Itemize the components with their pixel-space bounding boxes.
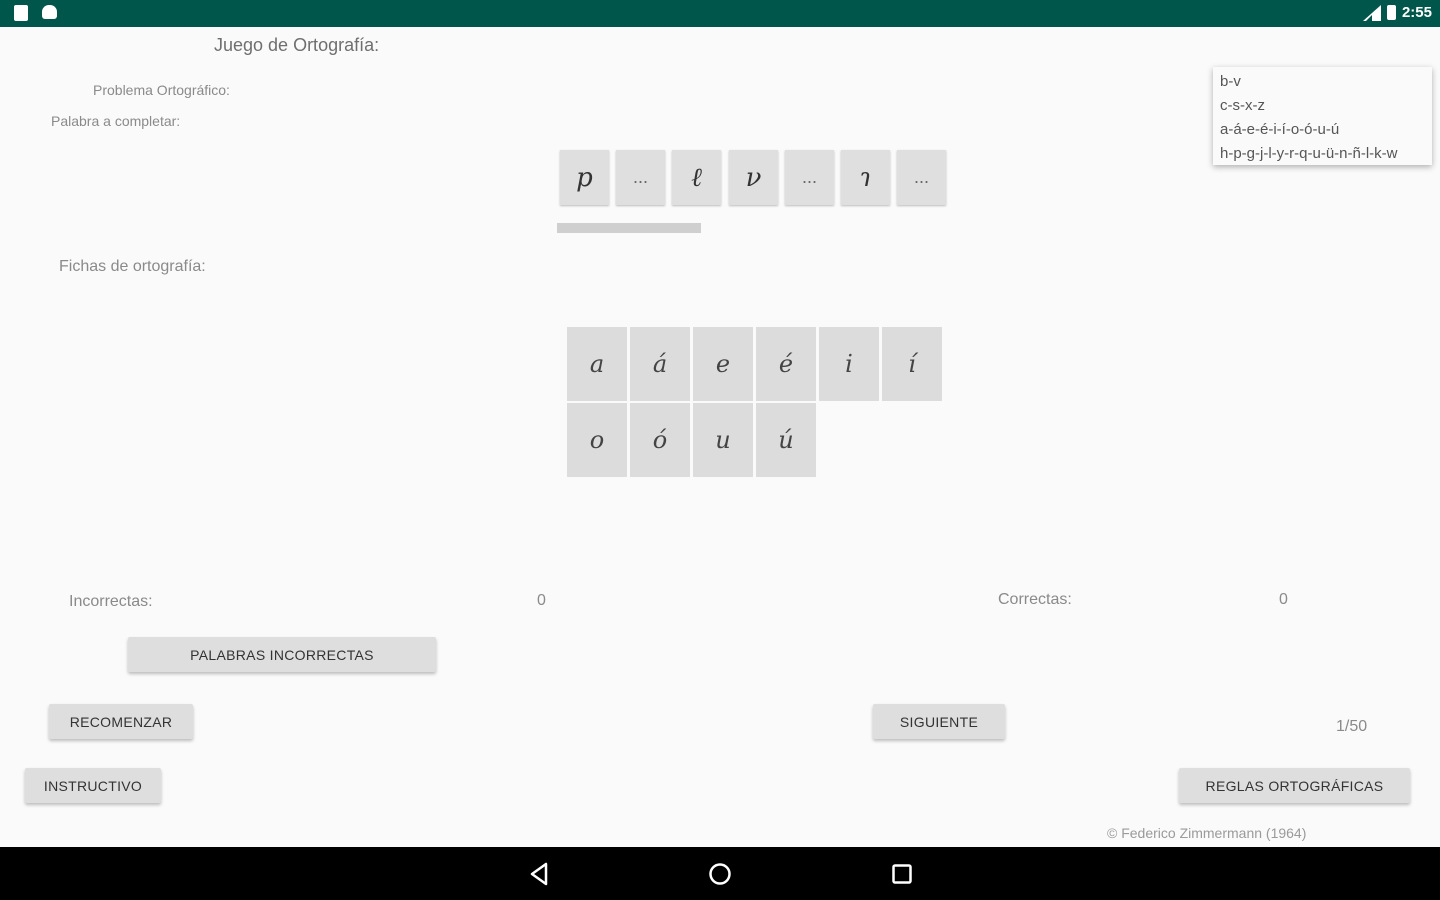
app-content: Juego de Ortografía: Problema Ortográfic…: [0, 27, 1440, 847]
word-slot-blank[interactable]: ...: [785, 150, 834, 205]
page-title: Juego de Ortografía:: [214, 35, 380, 55]
problem-dropdown-menu: b-v c-s-x-z a-á-e-é-i-í-o-ó-u-ú h-p-g-j-…: [1213, 67, 1432, 165]
notification-icons: [14, 5, 57, 21]
menu-item-b-v[interactable]: b-v: [1220, 73, 1241, 90]
progress-bar: [557, 223, 701, 233]
page-counter: 1/50: [1336, 718, 1368, 735]
menu-item-other-letters[interactable]: h-p-g-j-l-y-r-q-u-ü-n-ñ-l-k-w: [1220, 145, 1398, 162]
letter-tile[interactable]: é: [756, 327, 816, 401]
letter-tile[interactable]: a: [567, 327, 627, 401]
incorrect-label: Incorrectas:: [69, 593, 153, 610]
sd-card-icon: [14, 5, 28, 21]
letter-tile[interactable]: ó: [630, 403, 690, 477]
android-icon: [42, 5, 57, 19]
menu-item-c-s-x-z[interactable]: c-s-x-z: [1220, 97, 1265, 114]
letter-tile[interactable]: ú: [756, 403, 816, 477]
letter-tile[interactable]: e: [693, 327, 753, 401]
copyright: © Federico Zimmermann (1964): [1107, 825, 1307, 841]
word-slot-blank[interactable]: ...: [897, 150, 946, 205]
correct-count: 0: [1279, 591, 1288, 608]
tiles-label: Fichas de ortografía:: [59, 258, 206, 275]
status-bar: 2:55: [0, 0, 1440, 27]
home-icon[interactable]: [707, 861, 733, 887]
battery-icon: [1386, 5, 1396, 20]
recents-icon[interactable]: [889, 861, 915, 887]
wrong-words-button[interactable]: PALABRAS INCORRECTAS: [128, 637, 436, 672]
signal-icon: [1362, 4, 1381, 21]
letter-tile[interactable]: i: [819, 327, 879, 401]
problem-label: Problema Ortográfico:: [93, 82, 230, 98]
word-label: Palabra a completar:: [51, 113, 181, 129]
spelling-rules-button[interactable]: REGLAS ORTOGRÁFICAS: [1179, 768, 1410, 803]
letter-tile[interactable]: á: [630, 327, 690, 401]
next-button[interactable]: SIGUIENTE: [873, 704, 1005, 739]
letter-tile[interactable]: í: [882, 327, 942, 401]
word-slot: p: [560, 150, 609, 205]
menu-item-accents[interactable]: a-á-e-é-i-í-o-ó-u-ú: [1220, 121, 1339, 138]
letter-tile[interactable]: u: [693, 403, 753, 477]
word-slot: ν: [729, 150, 778, 205]
instructions-button[interactable]: INSTRUCTIVO: [25, 768, 161, 803]
restart-button[interactable]: RECOMENZAR: [49, 704, 193, 739]
word-slot-blank[interactable]: ...: [616, 150, 665, 205]
correct-label: Correctas:: [998, 591, 1072, 608]
back-icon[interactable]: [527, 861, 553, 887]
word-slot: ɿ: [841, 150, 890, 205]
system-indicators: 2:55: [1362, 4, 1432, 21]
incorrect-count: 0: [537, 592, 546, 609]
word-slot: ℓ: [672, 150, 721, 205]
letter-tile[interactable]: o: [567, 403, 627, 477]
navigation-bar: [0, 847, 1440, 900]
status-time: 2:55: [1401, 4, 1432, 21]
